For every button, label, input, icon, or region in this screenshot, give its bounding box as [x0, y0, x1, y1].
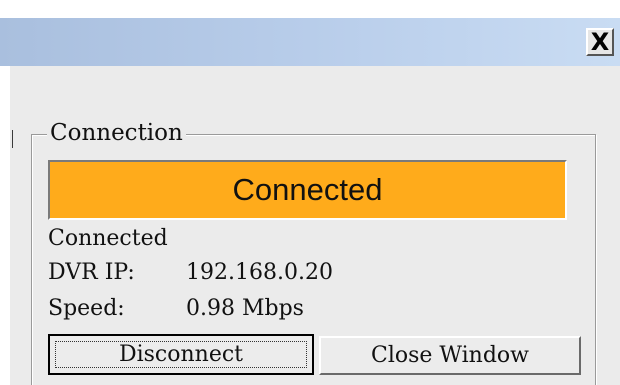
- left-edge-mark: [12, 130, 13, 148]
- speed-label: Speed:: [48, 296, 125, 321]
- close-button[interactable]: X: [586, 28, 614, 56]
- close-window-button[interactable]: Close Window: [319, 336, 581, 375]
- connection-dialog-screen: X Connection Connected Connected DVR IP:…: [0, 0, 620, 385]
- connection-group-label: Connection: [47, 119, 186, 147]
- title-bar: [0, 18, 620, 66]
- dvr-ip-value: 192.168.0.20: [186, 260, 333, 285]
- speed-value: 0.98 Mbps: [186, 296, 304, 321]
- focus-rectangle: [55, 341, 307, 368]
- connection-status-text: Connected: [48, 226, 168, 251]
- connection-status-banner: Connected: [48, 160, 567, 220]
- dvr-ip-label: DVR IP:: [48, 260, 135, 285]
- disconnect-button[interactable]: Disconnect: [48, 334, 314, 375]
